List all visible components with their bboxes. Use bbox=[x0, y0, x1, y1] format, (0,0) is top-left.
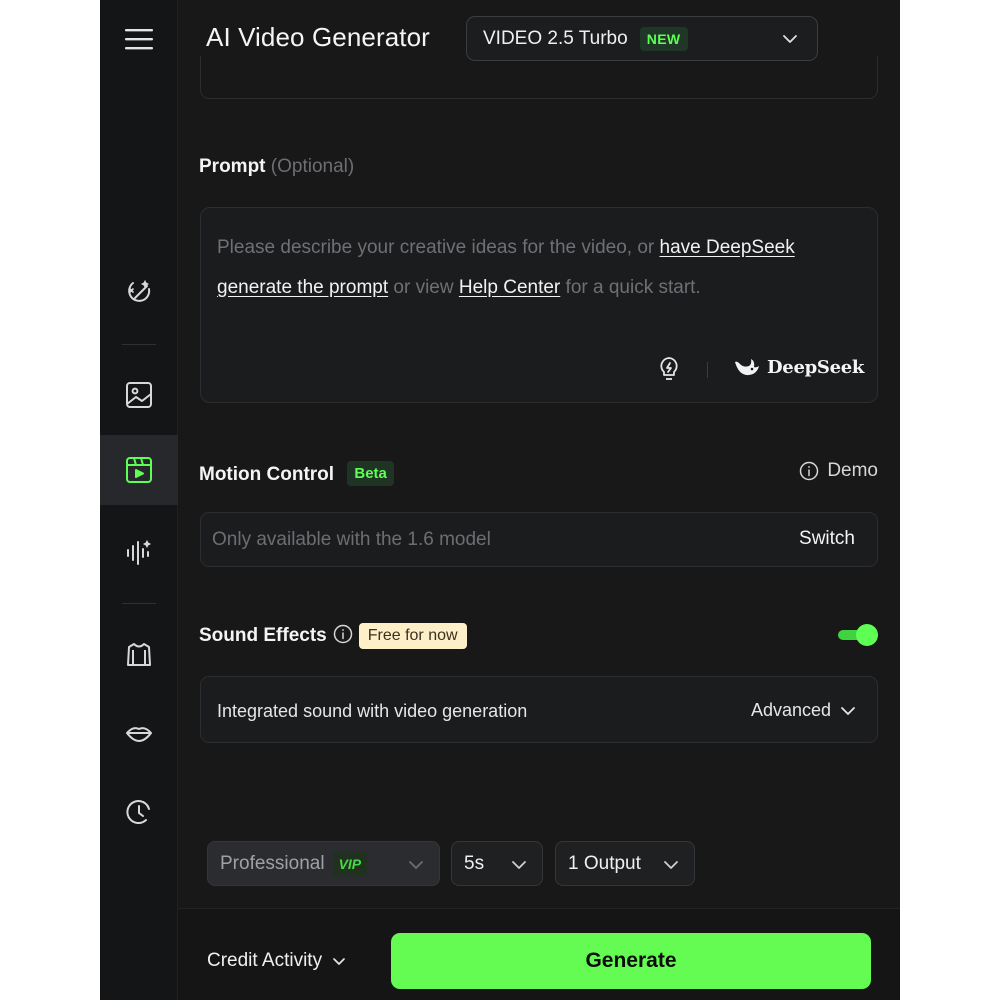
motion-control-label-text: Motion Control bbox=[199, 464, 335, 485]
motion-control-placeholder: Only available with the 1.6 model bbox=[212, 529, 491, 550]
scrolled-card-edge bbox=[200, 56, 878, 99]
duration-value: 5s bbox=[464, 852, 485, 874]
sidebar bbox=[100, 0, 178, 1000]
sidebar-item-image[interactable] bbox=[100, 360, 178, 430]
sound-effects-toggle[interactable] bbox=[838, 624, 878, 646]
beta-badge: Beta bbox=[347, 461, 394, 486]
prompt-label: Prompt (Optional) bbox=[199, 156, 354, 178]
advanced-dropdown[interactable]: Advanced bbox=[751, 700, 857, 721]
new-badge: NEW bbox=[639, 26, 688, 51]
prompt-label-text: Prompt bbox=[199, 156, 266, 177]
sound-description: Integrated sound with video generation bbox=[217, 701, 528, 721]
app-window: AI Video Generator VIDEO 2.5 Turbo NEW P… bbox=[100, 0, 900, 1000]
sound-effects-panel: Integrated sound with video generation A… bbox=[200, 676, 878, 743]
deepseek-label: DeepSeek bbox=[767, 356, 865, 378]
help-center-link[interactable]: Help Center bbox=[459, 277, 560, 298]
menu-button[interactable] bbox=[120, 24, 158, 54]
sound-effects-label-text: Sound Effects bbox=[199, 625, 327, 646]
lips-icon bbox=[126, 727, 152, 742]
duration-select[interactable]: 5s bbox=[451, 841, 543, 886]
output-count-value: 1 Output bbox=[568, 852, 641, 874]
bottom-bar: Credit Activity Generate bbox=[178, 908, 900, 1000]
vip-badge: VIP bbox=[332, 851, 368, 876]
sound-effects-label: Sound Effects Free for now bbox=[199, 623, 467, 649]
motion-control-label: Motion Control Beta bbox=[199, 461, 394, 486]
sidebar-item-video[interactable] bbox=[100, 435, 178, 505]
inspiration-button[interactable] bbox=[657, 356, 681, 382]
prompt-placeholder: Please describe your creative ideas for … bbox=[217, 228, 857, 308]
history-icon bbox=[126, 800, 150, 825]
page-title: AI Video Generator bbox=[206, 22, 430, 52]
info-icon bbox=[800, 461, 819, 481]
magic-wand-icon bbox=[128, 279, 151, 302]
prompt-text-3: for a quick start. bbox=[560, 277, 701, 298]
prompt-input[interactable]: Please describe your creative ideas for … bbox=[200, 207, 878, 403]
audio-wave-icon bbox=[127, 539, 152, 565]
sidebar-divider bbox=[122, 603, 156, 604]
toggle-knob bbox=[856, 624, 878, 646]
sidebar-item-magic[interactable] bbox=[100, 257, 178, 327]
deepseek-button[interactable]: DeepSeek bbox=[733, 356, 864, 378]
mode-select[interactable]: Professional VIP bbox=[207, 841, 440, 886]
sidebar-item-history[interactable] bbox=[100, 777, 178, 847]
switch-model-button[interactable]: Switch bbox=[799, 528, 855, 550]
model-name: VIDEO 2.5 Turbo bbox=[483, 27, 628, 49]
credit-activity-label: Credit Activity bbox=[207, 950, 323, 971]
chevron-down-icon bbox=[783, 35, 797, 43]
output-count-select[interactable]: 1 Output bbox=[555, 841, 695, 886]
sidebar-item-audio[interactable] bbox=[100, 517, 178, 587]
prompt-text-2: or view bbox=[388, 277, 459, 298]
sidebar-item-lipsync[interactable] bbox=[100, 698, 178, 768]
model-select[interactable]: VIDEO 2.5 Turbo NEW bbox=[466, 16, 818, 61]
advanced-label: Advanced bbox=[750, 700, 831, 720]
chevron-down-icon bbox=[333, 958, 345, 965]
generate-button[interactable]: Generate bbox=[391, 933, 871, 989]
chevron-down-icon bbox=[512, 861, 526, 869]
shirt-icon bbox=[127, 643, 151, 666]
info-icon[interactable] bbox=[333, 624, 353, 644]
prompt-divider bbox=[707, 362, 708, 378]
chevron-down-icon bbox=[409, 861, 423, 869]
sidebar-item-outfit[interactable] bbox=[100, 620, 178, 690]
prompt-text-1: Please describe your creative ideas for … bbox=[217, 237, 660, 258]
lightbulb-icon bbox=[660, 357, 678, 380]
chevron-down-icon bbox=[664, 861, 678, 869]
video-icon bbox=[126, 457, 152, 483]
sidebar-divider bbox=[122, 344, 156, 345]
prompt-optional: (Optional) bbox=[270, 156, 355, 177]
hamburger-menu-icon bbox=[125, 29, 153, 50]
deepseek-whale-icon bbox=[735, 359, 759, 376]
mode-value: Professional bbox=[220, 852, 325, 874]
credit-activity-dropdown[interactable]: Credit Activity bbox=[207, 950, 346, 972]
chevron-down-icon bbox=[841, 706, 855, 715]
demo-button[interactable]: Demo bbox=[799, 460, 878, 482]
motion-control-field[interactable]: Only available with the 1.6 model Switch bbox=[200, 512, 878, 567]
demo-label: Demo bbox=[827, 460, 878, 481]
image-icon bbox=[126, 382, 152, 408]
free-for-now-badge: Free for now bbox=[358, 623, 467, 649]
main-panel: AI Video Generator VIDEO 2.5 Turbo NEW P… bbox=[178, 0, 900, 1000]
